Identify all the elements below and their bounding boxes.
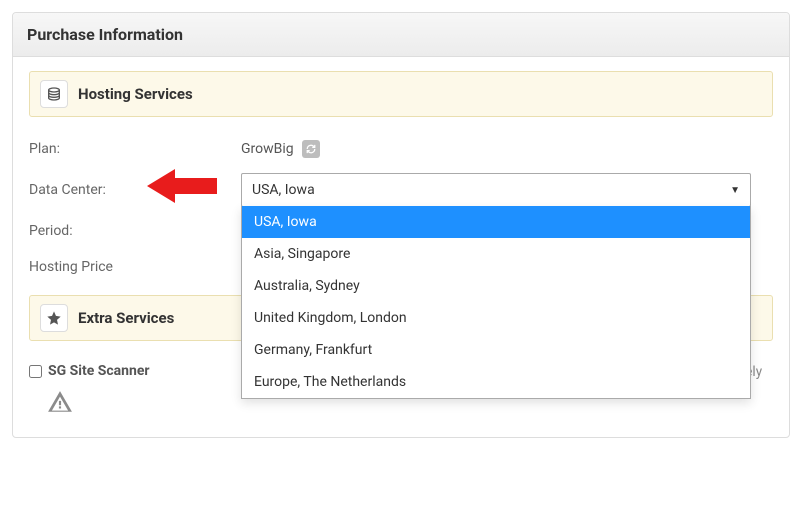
- datacenter-select-wrap: USA, Iowa ▼ USA, Iowa Asia, Singapore Au…: [241, 173, 751, 207]
- callout-arrow-icon: [147, 165, 219, 211]
- datacenter-row: Data Center: USA, Iowa ▼ USA, Iowa Asia,…: [29, 167, 773, 213]
- panel-body: Hosting Services Plan: GrowBig: [13, 57, 789, 437]
- coins-icon: [40, 80, 68, 108]
- datacenter-option[interactable]: Europe, The Netherlands: [242, 366, 750, 398]
- datacenter-option[interactable]: Germany, Frankfurt: [242, 334, 750, 366]
- form-rows: Plan: GrowBig Data Center:: [29, 131, 773, 295]
- warning-icon: [47, 389, 73, 419]
- change-plan-button[interactable]: [302, 140, 320, 158]
- hosting-section-title: Hosting Services: [78, 85, 193, 103]
- datacenter-option[interactable]: United Kingdom, London: [242, 302, 750, 334]
- hosting-price-label: Hosting Price: [29, 259, 241, 275]
- plan-label: Plan:: [29, 141, 241, 157]
- plan-row: Plan: GrowBig: [29, 131, 773, 167]
- hosting-services-section: Hosting Services: [29, 71, 773, 117]
- plan-value-wrap: GrowBig: [241, 140, 773, 158]
- scanner-label-text: SG Site Scanner: [48, 363, 150, 379]
- datacenter-option[interactable]: Asia, Singapore: [242, 238, 750, 270]
- plan-value: GrowBig: [241, 141, 294, 157]
- datacenter-select[interactable]: USA, Iowa ▼: [241, 173, 751, 207]
- scanner-left: SG Site Scanner: [29, 363, 241, 419]
- scanner-checkbox[interactable]: [29, 365, 42, 378]
- panel-title: Purchase Information: [13, 13, 789, 57]
- datacenter-option[interactable]: USA, Iowa: [242, 206, 750, 238]
- period-label: Period:: [29, 223, 241, 239]
- datacenter-selected-value: USA, Iowa: [252, 182, 315, 198]
- star-icon: [40, 304, 68, 332]
- chevron-down-icon: ▼: [730, 185, 740, 196]
- datacenter-dropdown: USA, Iowa Asia, Singapore Australia, Syd…: [241, 206, 751, 399]
- datacenter-option[interactable]: Australia, Sydney: [242, 270, 750, 302]
- extra-section-title: Extra Services: [78, 309, 174, 327]
- scanner-checkbox-label[interactable]: SG Site Scanner: [29, 363, 150, 379]
- purchase-information-panel: Purchase Information Hosting Services: [12, 12, 790, 438]
